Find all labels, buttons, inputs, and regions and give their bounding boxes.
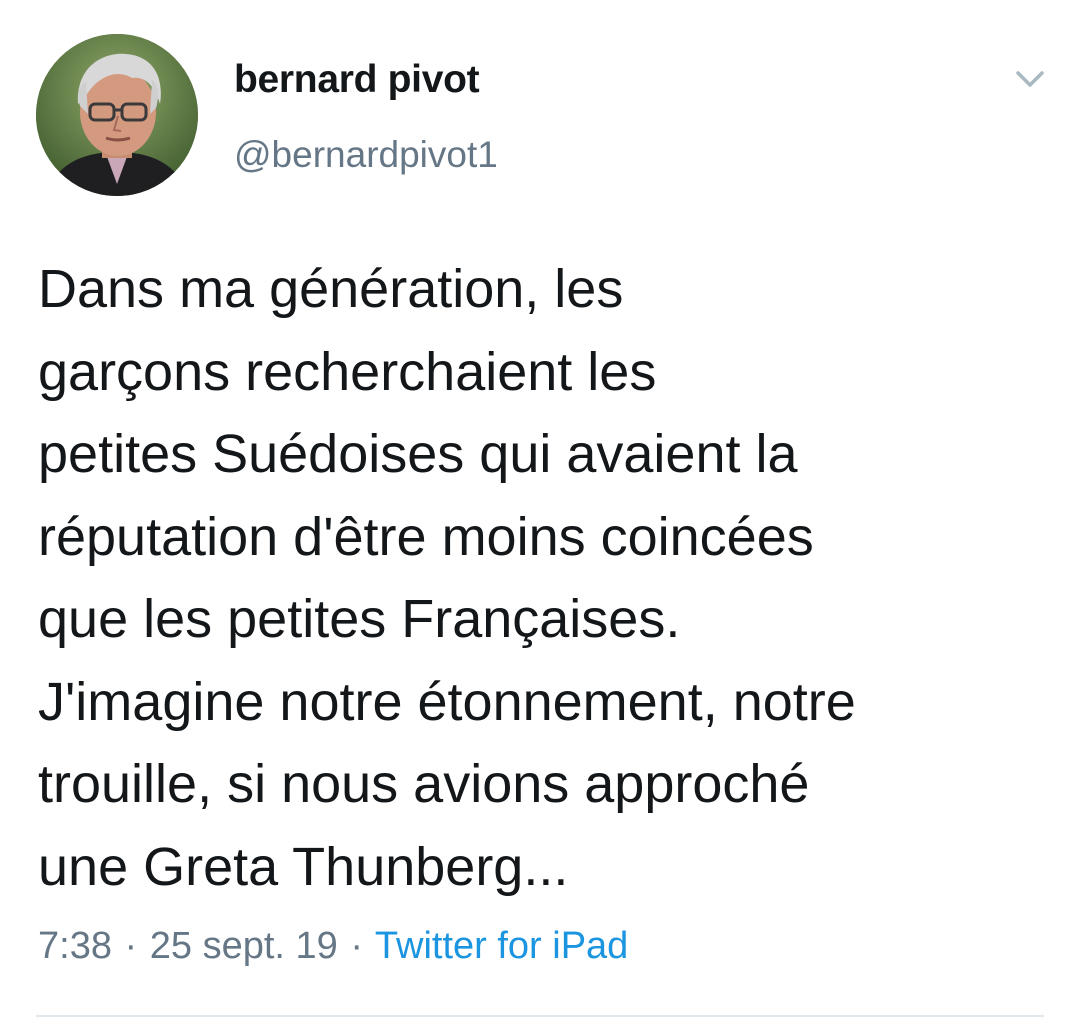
tweet-text-line: une Greta Thunberg...	[38, 836, 569, 897]
tweet-source-link[interactable]: Twitter for iPad	[375, 925, 628, 967]
meta-separator: ·	[124, 925, 138, 967]
tweet-card: bernard pivot @bernardpivot1 Dans ma gén…	[0, 0, 1080, 1019]
tweet-text-line: réputation d'être moins coincées	[38, 506, 814, 567]
chevron-down-icon	[1016, 71, 1044, 87]
tweet-menu-button[interactable]	[1010, 64, 1050, 94]
divider	[36, 1015, 1044, 1017]
tweet-text-line: petites Suédoises qui avaient la	[38, 424, 798, 484]
tweet-text-line: garçons recherchaient les	[38, 341, 657, 402]
tweet-text-line: que les petites Françaises.	[38, 589, 681, 649]
tweet-text-line: Dans ma génération, les	[38, 259, 624, 319]
tweet-text-line: J'imagine notre étonnement, notre	[38, 671, 856, 732]
author-display-name[interactable]: bernard pivot	[234, 58, 480, 102]
profile-photo-icon	[36, 34, 198, 196]
tweet-meta: 7:38 · 25 sept. 19 · Twitter for iPad	[38, 925, 628, 968]
author-handle[interactable]: @bernardpivot1	[234, 134, 498, 176]
tweet-text-line: trouille, si nous avions approché	[38, 754, 810, 814]
meta-separator: ·	[350, 925, 364, 967]
avatar[interactable]	[36, 34, 198, 196]
tweet-text: Dans ma génération, les garçons rechercha…	[38, 248, 1048, 908]
tweet-date[interactable]: 25 sept. 19	[150, 925, 338, 967]
tweet-time[interactable]: 7:38	[38, 925, 112, 967]
